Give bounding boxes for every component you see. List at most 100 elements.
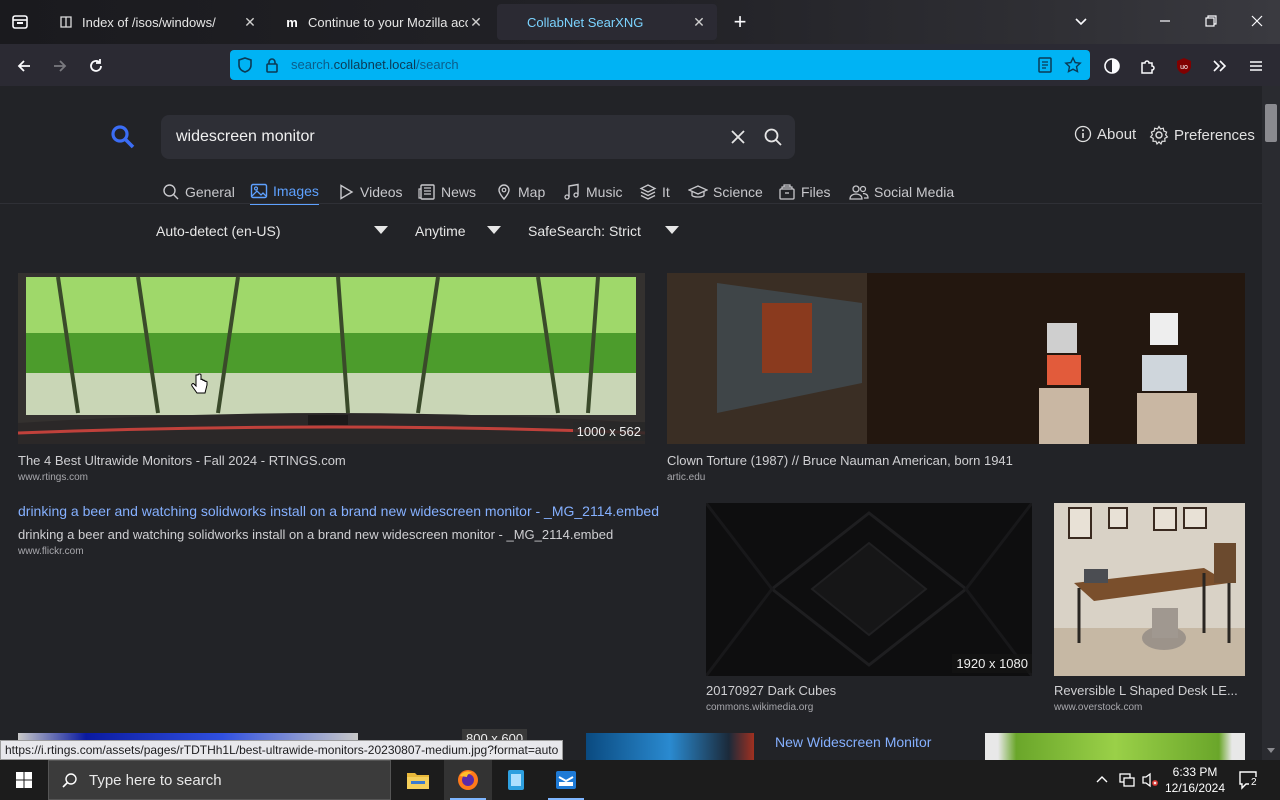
image-icon <box>250 182 268 200</box>
close-tab-icon[interactable]: ✕ <box>242 14 258 30</box>
show-hidden-icons-chevron-icon[interactable] <box>1094 772 1110 788</box>
result-link-title[interactable]: drinking a beer and watching solidworks … <box>18 503 659 519</box>
reload-icon[interactable] <box>82 52 110 80</box>
back-arrow-icon[interactable] <box>10 52 38 80</box>
chevron-down-icon[interactable] <box>487 226 501 234</box>
result-thumbnail-clown-torture[interactable] <box>667 273 1245 444</box>
close-tab-icon[interactable]: ✕ <box>468 14 484 30</box>
app-sandbox-icon[interactable] <box>542 760 590 800</box>
extensions-puzzle-icon[interactable] <box>1134 52 1162 80</box>
firefox-view-icon[interactable] <box>6 8 34 36</box>
taskbar-clock[interactable]: 6:33 PM 12/16/2024 <box>1162 764 1228 796</box>
close-window-icon[interactable] <box>1248 12 1266 30</box>
new-tab-button[interactable]: + <box>730 10 750 34</box>
tab-title: Index of /isos/windows/ <box>82 14 216 30</box>
preferences-label: Preferences <box>1174 126 1255 144</box>
tab-bar: Index of /isos/windows/ ✕ m Continue to … <box>0 0 1280 44</box>
tab-title: Continue to your Mozilla accou <box>308 14 468 30</box>
result-url: commons.wikimedia.org <box>706 702 814 713</box>
page-scrollbar[interactable] <box>1262 86 1280 760</box>
search-submit-icon[interactable] <box>763 127 783 147</box>
tab-label: It <box>662 184 670 200</box>
result-url: artic.edu <box>667 472 706 483</box>
result-url: www.overstock.com <box>1054 702 1143 713</box>
safesearch-select[interactable]: SafeSearch: Strict <box>528 223 641 239</box>
scrollbar-thumb[interactable] <box>1265 104 1277 142</box>
minimize-icon[interactable] <box>1156 12 1174 30</box>
app-notebook-icon[interactable] <box>492 760 540 800</box>
search-box[interactable]: widescreen monitor <box>161 115 795 159</box>
url-bar[interactable]: search.collabnet.local/search <box>230 50 1090 80</box>
tab-videos[interactable]: Videos <box>337 179 403 205</box>
result-title[interactable]: 20170927 Dark Cubes <box>706 683 1032 698</box>
hand-pointer-icon <box>190 373 208 397</box>
file-explorer-icon[interactable] <box>394 760 442 800</box>
windows-taskbar: Type here to search 6:33 PM 12/16/2024 2 <box>0 760 1280 800</box>
network-icon[interactable] <box>1118 772 1136 788</box>
taskbar-search-box[interactable]: Type here to search <box>48 760 391 800</box>
result-thumbnail-dark-cubes[interactable]: 1920 x 1080 <box>706 503 1032 676</box>
volume-muted-icon[interactable] <box>1141 772 1159 788</box>
play-icon <box>337 183 355 201</box>
result-thumbnail-row3-c[interactable] <box>985 733 1245 760</box>
result-thumbnail-ultrawide[interactable]: 1000 x 562 <box>18 273 645 444</box>
notification-count: 2 <box>1249 777 1259 788</box>
dark-reader-icon[interactable] <box>1098 52 1126 80</box>
tab-map[interactable]: Map <box>495 179 545 205</box>
tab-music[interactable]: Music <box>563 179 623 205</box>
firefox-taskbar-icon[interactable] <box>444 760 492 800</box>
gear-icon <box>1149 125 1169 145</box>
taskbar-search-placeholder: Type here to search <box>89 772 222 789</box>
result-title[interactable]: The 4 Best Ultrawide Monitors - Fall 202… <box>18 453 638 468</box>
preferences-link[interactable]: Preferences <box>1149 125 1255 145</box>
ublock-origin-icon[interactable]: uo <box>1170 52 1198 80</box>
lock-icon[interactable] <box>263 56 281 74</box>
result-url: www.rtings.com <box>18 472 89 483</box>
tracking-shield-icon[interactable] <box>236 56 254 74</box>
url-text[interactable]: search.collabnet.local/search <box>291 57 459 72</box>
tab-news[interactable]: News <box>418 179 476 205</box>
tab-it[interactable]: It <box>639 179 670 205</box>
reader-view-icon[interactable] <box>1036 56 1054 74</box>
result-link-title[interactable]: New Widescreen Monitor <box>775 734 931 750</box>
tab-mozilla-account[interactable]: m Continue to your Mozilla accou ✕ <box>270 4 494 40</box>
restore-icon[interactable] <box>1202 12 1220 30</box>
bookmark-star-icon[interactable] <box>1064 56 1082 74</box>
url-host: collabnet.local <box>333 57 417 72</box>
tab-social-media[interactable]: Social Media <box>849 179 954 205</box>
forward-arrow-icon[interactable] <box>46 52 74 80</box>
search-input[interactable]: widescreen monitor <box>176 128 315 146</box>
result-thumbnail-row3-b[interactable] <box>586 733 754 760</box>
scroll-down-arrow-icon[interactable] <box>1267 748 1275 753</box>
map-pin-icon <box>495 183 513 201</box>
tab-images[interactable]: Images <box>250 179 319 205</box>
search-icon <box>61 772 79 790</box>
about-link[interactable]: About <box>1074 125 1136 143</box>
hamburger-menu-icon[interactable] <box>1242 52 1270 80</box>
notification-center-icon[interactable]: 2 <box>1238 770 1260 790</box>
result-title: drinking a beer and watching solidworks … <box>18 527 614 542</box>
chevron-down-icon[interactable] <box>665 226 679 234</box>
tab-science[interactable]: Science <box>688 179 763 205</box>
tab-files[interactable]: Files <box>778 179 831 205</box>
tab-label: Images <box>273 183 319 199</box>
tab-index-isos[interactable]: Index of /isos/windows/ ✕ <box>44 4 268 40</box>
result-title[interactable]: Clown Torture (1987) // Bruce Nauman Ame… <box>667 453 1245 468</box>
clock-date: 12/16/2024 <box>1164 781 1226 795</box>
tab-label: Music <box>586 184 623 200</box>
chevron-down-icon[interactable] <box>374 226 388 234</box>
close-tab-icon[interactable]: ✕ <box>691 14 707 30</box>
tab-searxng[interactable]: CollabNet SearXNG ✕ <box>497 4 717 40</box>
time-range-select[interactable]: Anytime <box>415 223 466 239</box>
searxng-page: widescreen monitor About Preferences Gen… <box>0 86 1262 760</box>
searxng-logo-icon[interactable] <box>110 124 136 150</box>
windows-start-icon[interactable] <box>0 760 48 800</box>
tab-general[interactable]: General <box>162 179 235 205</box>
overflow-chevrons-icon[interactable] <box>1205 52 1233 80</box>
tab-label: News <box>441 184 477 200</box>
language-select[interactable]: Auto-detect (en-US) <box>156 223 281 239</box>
result-title[interactable]: Reversible L Shaped Desk LE... <box>1054 683 1245 698</box>
list-all-tabs-icon[interactable] <box>1072 12 1090 30</box>
result-thumbnail-l-desk[interactable] <box>1054 503 1245 676</box>
clear-search-icon[interactable] <box>729 128 747 146</box>
